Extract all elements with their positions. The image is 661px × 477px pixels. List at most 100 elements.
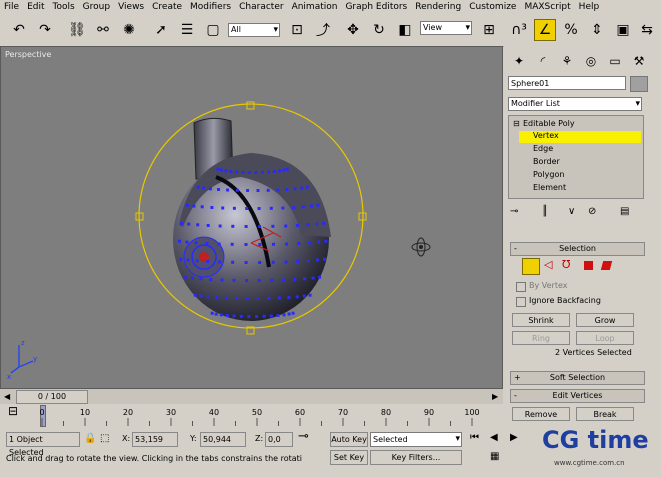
bind-space-warp-icon[interactable]: ✺ — [118, 19, 140, 41]
key-mode-dropdown[interactable]: Selected — [370, 432, 462, 447]
select-move-window-icon[interactable]: ⊡ — [286, 19, 308, 41]
axis-tripod: z y x — [7, 339, 37, 381]
display-tab-icon[interactable]: ▭ — [604, 50, 626, 72]
menu-modifiers[interactable]: Modifiers — [186, 0, 235, 13]
break-button[interactable]: Break — [576, 407, 634, 421]
pin-stack-icon[interactable]: ⊸ — [510, 207, 518, 217]
stack-item-edge[interactable]: Edge — [519, 144, 641, 156]
key-icon[interactable]: ⊸ — [298, 430, 309, 443]
menu-help[interactable]: Help — [575, 0, 604, 13]
lock-selection-icon[interactable]: 🔒 — [84, 434, 96, 444]
stack-item-polygon[interactable]: Polygon — [519, 170, 641, 182]
vertex-dot — [295, 295, 299, 299]
edit-vertices-area: - Edit Vertices Remove Break — [504, 389, 661, 429]
x-coordinate-field[interactable]: 53,159 — [132, 432, 178, 447]
vertex-dot — [245, 279, 248, 282]
named-selection-icon[interactable]: ▣ — [612, 19, 634, 41]
menu-views[interactable]: Views — [114, 0, 148, 13]
rotate-icon[interactable]: ↻ — [368, 19, 390, 41]
select-object-icon[interactable]: ➚ — [150, 19, 172, 41]
modifier-list-dropdown[interactable]: Modifier List — [508, 97, 642, 111]
remove-modifier-icon[interactable]: ⊘ — [588, 207, 596, 217]
frame-indicator[interactable]: 0 / 100 — [16, 390, 88, 404]
object-name-field[interactable]: Sphere01 — [508, 76, 626, 90]
percent-snap-icon[interactable]: % — [560, 19, 582, 41]
shrink-button[interactable]: Shrink — [512, 313, 570, 327]
configure-sets-icon[interactable]: ▤ — [620, 207, 629, 217]
track-bar[interactable]: ⊟ 0 10 20 30 40 50 60 70 80 90 100 — [0, 404, 503, 428]
stack-item-element[interactable]: Element — [519, 183, 641, 195]
y-coordinate-field[interactable]: 50,944 — [200, 432, 246, 447]
menu-create[interactable]: Create — [148, 0, 186, 13]
ring-button[interactable]: Ring — [512, 331, 570, 345]
menu-edit[interactable]: Edit — [23, 0, 48, 13]
select-by-name-icon[interactable]: ☰ — [176, 19, 198, 41]
menu-graph-editors[interactable]: Graph Editors — [341, 0, 411, 13]
move-icon[interactable]: ✥ — [342, 19, 364, 41]
redo-icon[interactable]: ↷ — [34, 19, 56, 41]
stack-root-label[interactable]: Editable Poly — [523, 119, 575, 129]
vertex-mode-icon[interactable] — [522, 258, 540, 275]
modify-tab-icon[interactable]: ◜ — [532, 50, 554, 72]
key-filters-button[interactable]: Key Filters... — [370, 450, 462, 465]
scale-icon[interactable]: ◧ — [394, 19, 416, 41]
select-manipulate-icon[interactable]: ⤴ — [312, 19, 334, 41]
perspective-viewport[interactable]: Perspective z y x — [0, 46, 503, 389]
reference-coord-dropdown[interactable]: View — [420, 21, 472, 35]
auto-key-button[interactable]: Auto Key — [330, 432, 368, 447]
go-to-start-icon[interactable]: ⏮ — [470, 433, 479, 443]
element-mode-icon[interactable] — [600, 261, 613, 270]
menu-customize[interactable]: Customize — [465, 0, 520, 13]
show-end-result-icon[interactable]: ║ — [542, 207, 548, 217]
absolute-mode-icon[interactable]: ⬚ — [100, 434, 109, 444]
time-slider-left-arrow[interactable]: ◀ — [4, 392, 10, 402]
region-select-icon[interactable]: ▢ — [202, 19, 224, 41]
stack-item-border[interactable]: Border — [519, 157, 641, 169]
pivot-center-icon[interactable]: ⊞ — [478, 19, 500, 41]
polygon-mode-icon[interactable] — [584, 261, 593, 270]
menu-file[interactable]: File — [0, 0, 23, 13]
motion-tab-icon[interactable]: ◎ — [580, 50, 602, 72]
spinner-snap-icon[interactable]: ⇕ — [586, 19, 608, 41]
stack-root-expand-icon[interactable]: ⊟ — [513, 119, 520, 129]
menu-group[interactable]: Group — [79, 0, 114, 13]
unlink-icon[interactable]: ⚯ — [92, 19, 114, 41]
grow-button[interactable]: Grow — [576, 313, 634, 327]
ignore-backfacing-checkbox[interactable] — [516, 297, 526, 307]
stack-item-vertex[interactable]: Vertex — [519, 131, 641, 143]
soft-selection-rollout-header[interactable]: + Soft Selection — [510, 371, 645, 385]
previous-frame-icon[interactable]: ◀ — [490, 433, 498, 443]
set-key-button[interactable]: Set Key — [330, 450, 368, 465]
vertex-dot — [185, 203, 189, 207]
play-icon[interactable]: ▶ — [510, 433, 518, 443]
snap-toggle-icon[interactable]: ∩³ — [508, 19, 530, 41]
angle-snap-icon[interactable]: ∠ — [534, 19, 556, 41]
menu-tools[interactable]: Tools — [49, 0, 79, 13]
watermark-brand: CG time — [542, 426, 649, 454]
selection-filter-dropdown[interactable]: All — [228, 23, 280, 37]
create-tab-icon[interactable]: ✦ — [508, 50, 530, 72]
mirror-icon[interactable]: ⇆ — [636, 19, 658, 41]
utilities-tab-icon[interactable]: ⚒ — [628, 50, 650, 72]
border-mode-icon[interactable]: ℧ — [562, 259, 570, 270]
hierarchy-tab-icon[interactable]: ⚘ — [556, 50, 578, 72]
edit-vertices-rollout-header[interactable]: - Edit Vertices — [510, 389, 645, 403]
time-slider-right-arrow[interactable]: ▶ — [492, 392, 498, 402]
time-config-icon[interactable]: ▦ — [490, 452, 499, 462]
undo-icon[interactable]: ↶ — [8, 19, 30, 41]
menu-rendering[interactable]: Rendering — [411, 0, 465, 13]
selection-rollout-header[interactable]: - Selection — [510, 242, 645, 256]
loop-button[interactable]: Loop — [576, 331, 634, 345]
edge-mode-icon[interactable]: ◁ — [544, 259, 552, 270]
make-unique-icon[interactable]: ∨ — [568, 207, 575, 217]
object-color-swatch[interactable] — [630, 76, 648, 92]
timeline-tick-label: 10 — [80, 408, 90, 417]
time-slider[interactable]: ◀ 0 / 100 ▶ — [0, 389, 503, 404]
menu-character[interactable]: Character — [235, 0, 287, 13]
remove-button[interactable]: Remove — [512, 407, 570, 421]
select-link-icon[interactable]: ⛓ — [66, 19, 88, 41]
by-vertex-checkbox[interactable] — [516, 282, 526, 292]
menu-maxscript[interactable]: MAXScript — [520, 0, 574, 13]
menu-animation[interactable]: Animation — [288, 0, 342, 13]
z-coordinate-field[interactable]: 0,0 — [265, 432, 293, 447]
